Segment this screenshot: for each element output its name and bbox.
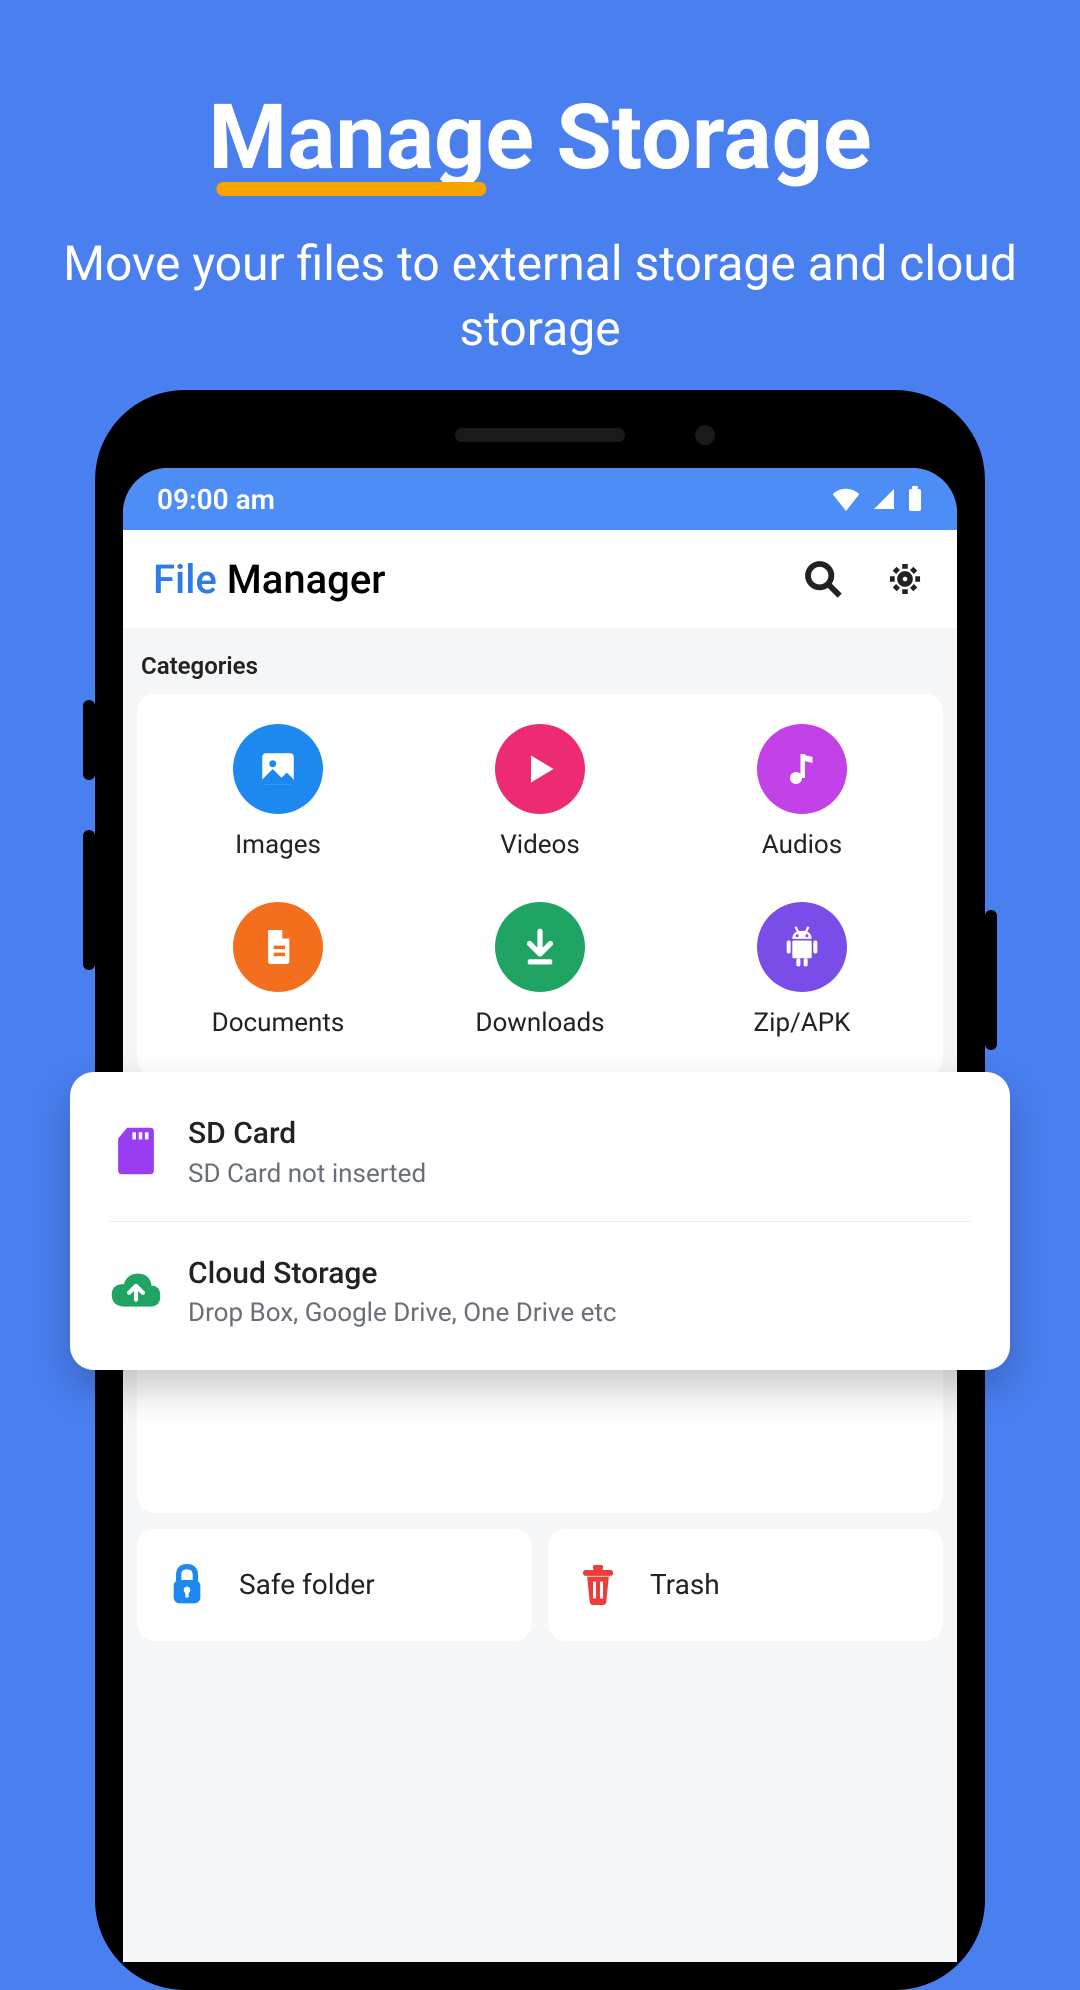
category-audios[interactable]: Audios [671, 724, 933, 860]
category-downloads[interactable]: Downloads [409, 902, 671, 1038]
category-label: Images [235, 830, 321, 860]
download-icon [495, 902, 585, 992]
category-label: Zip/APK [754, 1008, 851, 1038]
storage-popout: SD Card SD Card not inserted Cloud Stora… [70, 1072, 1010, 1370]
search-button[interactable] [801, 557, 845, 601]
cloud-upload-icon [110, 1265, 162, 1317]
category-label: Downloads [475, 1008, 604, 1038]
trash-button[interactable]: Trash [548, 1529, 943, 1641]
wifi-icon [831, 487, 861, 511]
storage-sdcard[interactable]: SD Card SD Card not inserted [70, 1082, 1010, 1221]
categories-grid: Images Videos Audios Documents [137, 694, 943, 1076]
status-bar: 09:00 am [123, 468, 957, 530]
phone-side-button [83, 700, 95, 780]
phone-side-button [83, 830, 95, 970]
category-images[interactable]: Images [147, 724, 409, 860]
signal-icon [871, 487, 897, 511]
storage-title: SD Card [188, 1114, 426, 1155]
battery-icon [907, 486, 923, 512]
category-label: Videos [500, 830, 580, 860]
section-categories-label: Categories [123, 628, 957, 694]
bottom-row: Safe folder Trash [137, 1529, 943, 1641]
android-icon [757, 902, 847, 992]
image-icon [233, 724, 323, 814]
category-videos[interactable]: Videos [409, 724, 671, 860]
gear-icon [886, 560, 924, 598]
search-icon [803, 559, 843, 599]
category-documents[interactable]: Documents [147, 902, 409, 1038]
trash-icon [572, 1559, 624, 1611]
category-zip-apk[interactable]: Zip/APK [671, 902, 933, 1038]
sd-card-icon [110, 1125, 162, 1177]
category-label: Audios [762, 830, 842, 860]
phone-speaker [455, 428, 625, 442]
phone-camera [695, 425, 715, 445]
storage-title: Cloud Storage [188, 1254, 616, 1295]
category-label: Documents [212, 1008, 345, 1038]
safe-folder-button[interactable]: Safe folder [137, 1529, 532, 1641]
status-icons [831, 486, 923, 512]
promo-title: Manage Storage [208, 85, 871, 190]
app-title: File Manager [153, 556, 781, 603]
storage-sub: SD Card not inserted [188, 1159, 426, 1189]
document-icon [233, 902, 323, 992]
music-icon [757, 724, 847, 814]
settings-button[interactable] [883, 557, 927, 601]
phone-side-button [985, 910, 997, 1050]
status-time: 09:00 am [157, 483, 275, 516]
storage-sub: Drop Box, Google Drive, One Drive etc [188, 1298, 616, 1328]
storage-cloud[interactable]: Cloud Storage Drop Box, Google Drive, On… [70, 1222, 1010, 1361]
lock-icon [161, 1559, 213, 1611]
promo-underline [216, 182, 486, 196]
safe-folder-label: Safe folder [239, 1568, 375, 1601]
trash-label: Trash [650, 1568, 720, 1601]
play-icon [495, 724, 585, 814]
app-header: File Manager [123, 530, 957, 628]
promo-subtitle: Move your files to external storage and … [0, 232, 1080, 362]
